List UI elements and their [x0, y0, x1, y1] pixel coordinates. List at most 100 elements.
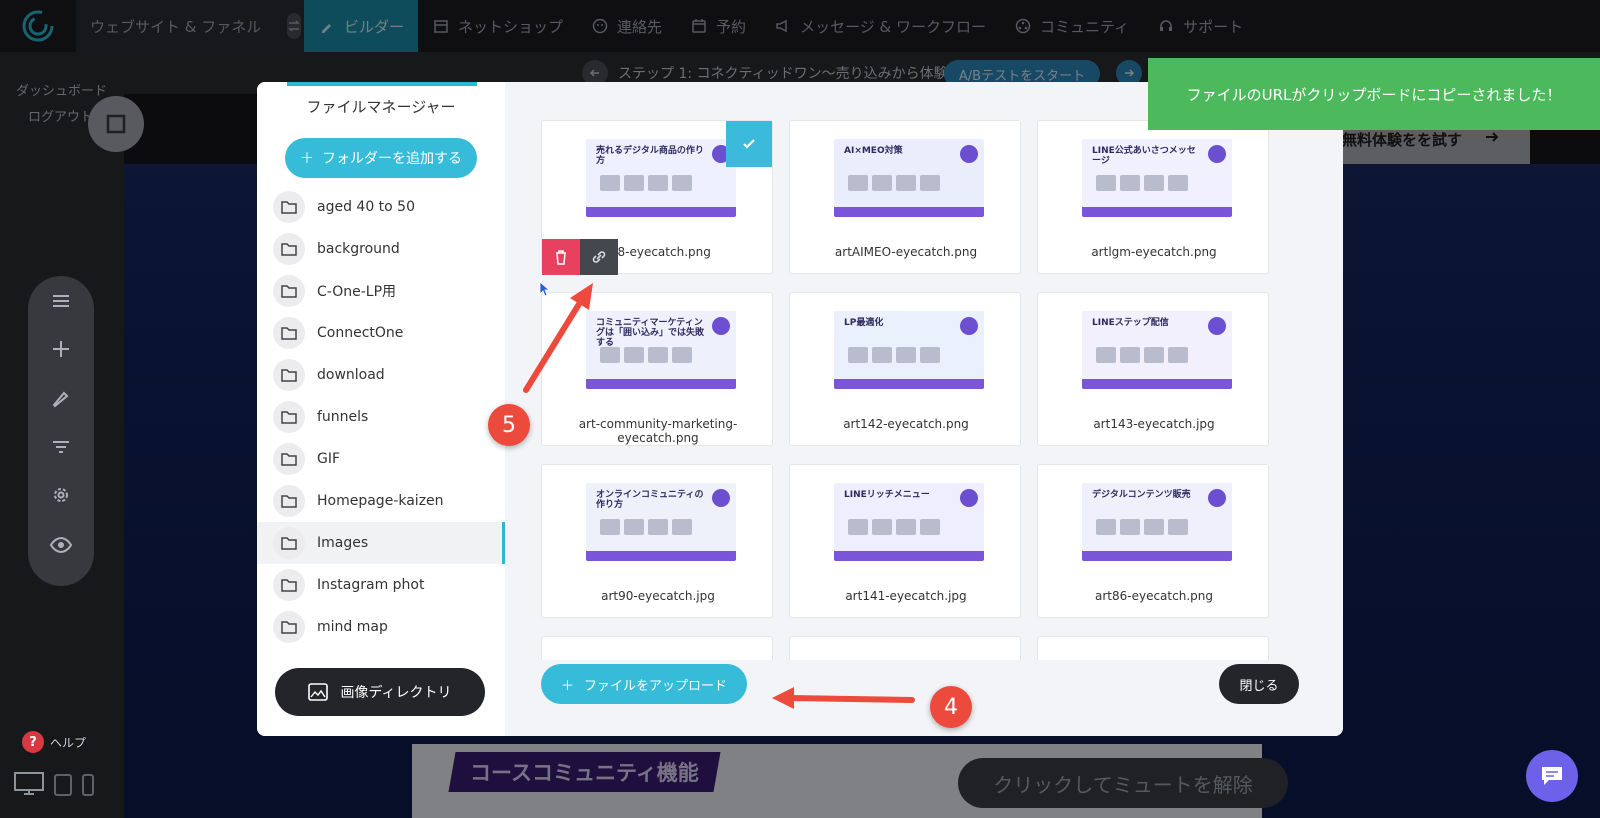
editor-toolbar — [28, 276, 94, 586]
folder-list: aged 40 to 50 background C-One-LP用 ConnectO… — [257, 186, 505, 648]
copy-success-toast: ファイルのURLがクリップボードにコピーされました！ — [1148, 58, 1600, 130]
thumbnail-graphic — [848, 519, 940, 535]
file-thumbnail[interactable]: 売れるデジタル商品の作り方 — [586, 139, 736, 217]
thumbnail-title: AI×MEO対策 — [844, 146, 903, 156]
thumbnail-graphic — [1096, 347, 1188, 363]
thumbnail-graphic — [1096, 175, 1188, 191]
file-name: artlgm-eyecatch.png — [1091, 245, 1217, 259]
folder-icon — [273, 233, 305, 265]
thumbnail-badge — [712, 317, 730, 335]
filter-icon[interactable] — [48, 434, 74, 460]
folder-icon — [273, 569, 305, 601]
file-card[interactable]: AI×MEO対策 artAIMEO-eyecatch.png — [789, 120, 1021, 274]
folder-item[interactable]: Images — [257, 522, 505, 564]
file-thumbnail[interactable]: AI×MEO対策 — [834, 139, 984, 217]
file-card[interactable]: コミュニティマーケティングは「囲い込み」では失敗する art-community-… — [541, 292, 773, 446]
file-name: art143-eyecatch.jpg — [1093, 417, 1215, 431]
folder-name: Homepage-kaizen — [317, 493, 444, 509]
folder-item[interactable]: Homepage-kaizen — [257, 480, 505, 522]
help-label: ヘルプ — [50, 735, 87, 750]
thumbnail-badge — [960, 489, 978, 507]
file-thumbnail[interactable]: デジタルコンテンツ販売 — [1082, 483, 1232, 561]
folder-icon — [273, 317, 305, 349]
eye-icon[interactable] — [48, 532, 74, 558]
help-button[interactable]: ? ヘルプ — [22, 730, 86, 754]
device-switcher — [14, 772, 94, 796]
file-name: art-community-marketing-eyecatch.png — [578, 417, 738, 445]
folder-icon — [273, 485, 305, 517]
thumbnail-footer — [1082, 207, 1232, 217]
image-directory-button[interactable]: 画像ディレクトリ — [275, 668, 485, 716]
thumbnail-footer — [586, 207, 736, 217]
help-icon: ? — [22, 731, 44, 753]
file-thumbnail[interactable]: LP最適化 — [834, 311, 984, 389]
folder-item[interactable]: background — [257, 228, 505, 270]
chat-widget-button[interactable] — [1526, 750, 1578, 802]
file-card-partial[interactable] — [789, 636, 1021, 660]
folder-item[interactable]: funnels — [257, 396, 505, 438]
file-card-partial[interactable] — [541, 636, 773, 660]
file-card[interactable]: 売れるデジタル商品の作り方 t88-eyecatch.png — [541, 120, 773, 275]
selected-check-icon[interactable] — [726, 121, 772, 167]
folder-icon — [273, 191, 305, 223]
close-button[interactable]: 閉じる — [1219, 664, 1299, 704]
gear-icon[interactable] — [48, 482, 74, 508]
file-name: art142-eyecatch.png — [843, 417, 969, 431]
thumbnail-badge — [1208, 317, 1226, 335]
file-thumbnail[interactable]: LINEステップ配信 — [1082, 311, 1232, 389]
folder-name: download — [317, 367, 385, 383]
file-manager-sidebar: ファイルマネージャー ＋ フォルダーを追加する aged 40 to 50 bac… — [257, 82, 505, 736]
folder-item[interactable]: Instagram phot — [257, 564, 505, 606]
folder-name: mind map — [317, 619, 388, 635]
step-5-marker: 5 — [488, 404, 530, 446]
desktop-icon[interactable] — [14, 772, 44, 796]
thumbnail-title: コミュニティマーケティングは「囲い込み」では失敗する — [596, 318, 705, 348]
tablet-icon[interactable] — [54, 774, 72, 796]
file-thumbnail[interactable]: オンラインコミュニティの作り方 — [586, 483, 736, 561]
folder-name: aged 40 to 50 — [317, 199, 415, 215]
folder-item[interactable]: GIF — [257, 438, 505, 480]
thumbnail-footer — [586, 379, 736, 389]
square-toggle-button[interactable] — [88, 96, 144, 152]
upload-file-button[interactable]: ＋ ファイルをアップロード — [541, 664, 747, 704]
mobile-icon[interactable] — [82, 774, 94, 796]
file-card[interactable]: LP最適化 art142-eyecatch.png — [789, 292, 1021, 446]
file-card[interactable]: デジタルコンテンツ販売 art86-eyecatch.png — [1037, 464, 1269, 618]
image-directory-label: 画像ディレクトリ — [340, 685, 452, 701]
thumbnail-graphic — [848, 175, 940, 191]
plus-icon[interactable] — [48, 336, 74, 362]
folder-name: C-One-LP用 — [317, 284, 397, 300]
file-thumbnail[interactable]: コミュニティマーケティングは「囲い込み」では失敗する — [586, 311, 736, 389]
thumbnail-graphic — [600, 347, 692, 363]
file-thumbnail[interactable]: LINEリッチメニュー — [834, 483, 984, 561]
image-icon — [308, 683, 329, 701]
thumbnail-footer — [834, 551, 984, 561]
file-card-partial[interactable] — [1037, 636, 1269, 660]
delete-file-button[interactable] — [542, 239, 580, 275]
add-folder-button[interactable]: ＋ フォルダーを追加する — [285, 138, 477, 178]
folder-item[interactable]: mind map — [257, 606, 505, 648]
thumbnail-footer — [834, 379, 984, 389]
file-card[interactable]: LINEリッチメニュー art141-eyecatch.jpg — [789, 464, 1021, 618]
folder-item[interactable]: ConnectOne — [257, 312, 505, 354]
thumbnail-footer — [586, 551, 736, 561]
folder-name: Images — [317, 535, 369, 551]
file-card[interactable]: LINEステップ配信 art143-eyecatch.jpg — [1037, 292, 1269, 446]
thumbnail-title: デジタルコンテンツ販売 — [1092, 490, 1191, 500]
file-manager-modal: ファイルマネージャー ＋ フォルダーを追加する aged 40 to 50 bac… — [257, 82, 1343, 736]
thumbnail-footer — [834, 207, 984, 217]
folder-name: background — [317, 241, 400, 257]
thumbnail-graphic — [848, 347, 940, 363]
brush-icon[interactable] — [48, 384, 74, 410]
folder-item[interactable]: download — [257, 354, 505, 396]
copy-link-button[interactable] — [580, 239, 618, 275]
file-card[interactable]: オンラインコミュニティの作り方 art90-eyecatch.jpg — [541, 464, 773, 618]
thumbnail-title: LP最適化 — [844, 318, 884, 328]
file-grid[interactable]: 売れるデジタル商品の作り方 t88-eyecatch.png AI×MEO対策 art… — [541, 120, 1281, 660]
folder-item[interactable]: C-One-LP用 — [257, 270, 505, 312]
folder-item[interactable]: aged 40 to 50 — [257, 186, 505, 228]
plus-icon: ＋ — [300, 151, 314, 167]
file-card[interactable]: LINE公式あいさつメッセージ artlgm-eyecatch.png — [1037, 120, 1269, 274]
menu-icon[interactable] — [48, 288, 74, 314]
file-thumbnail[interactable]: LINE公式あいさつメッセージ — [1082, 139, 1232, 217]
